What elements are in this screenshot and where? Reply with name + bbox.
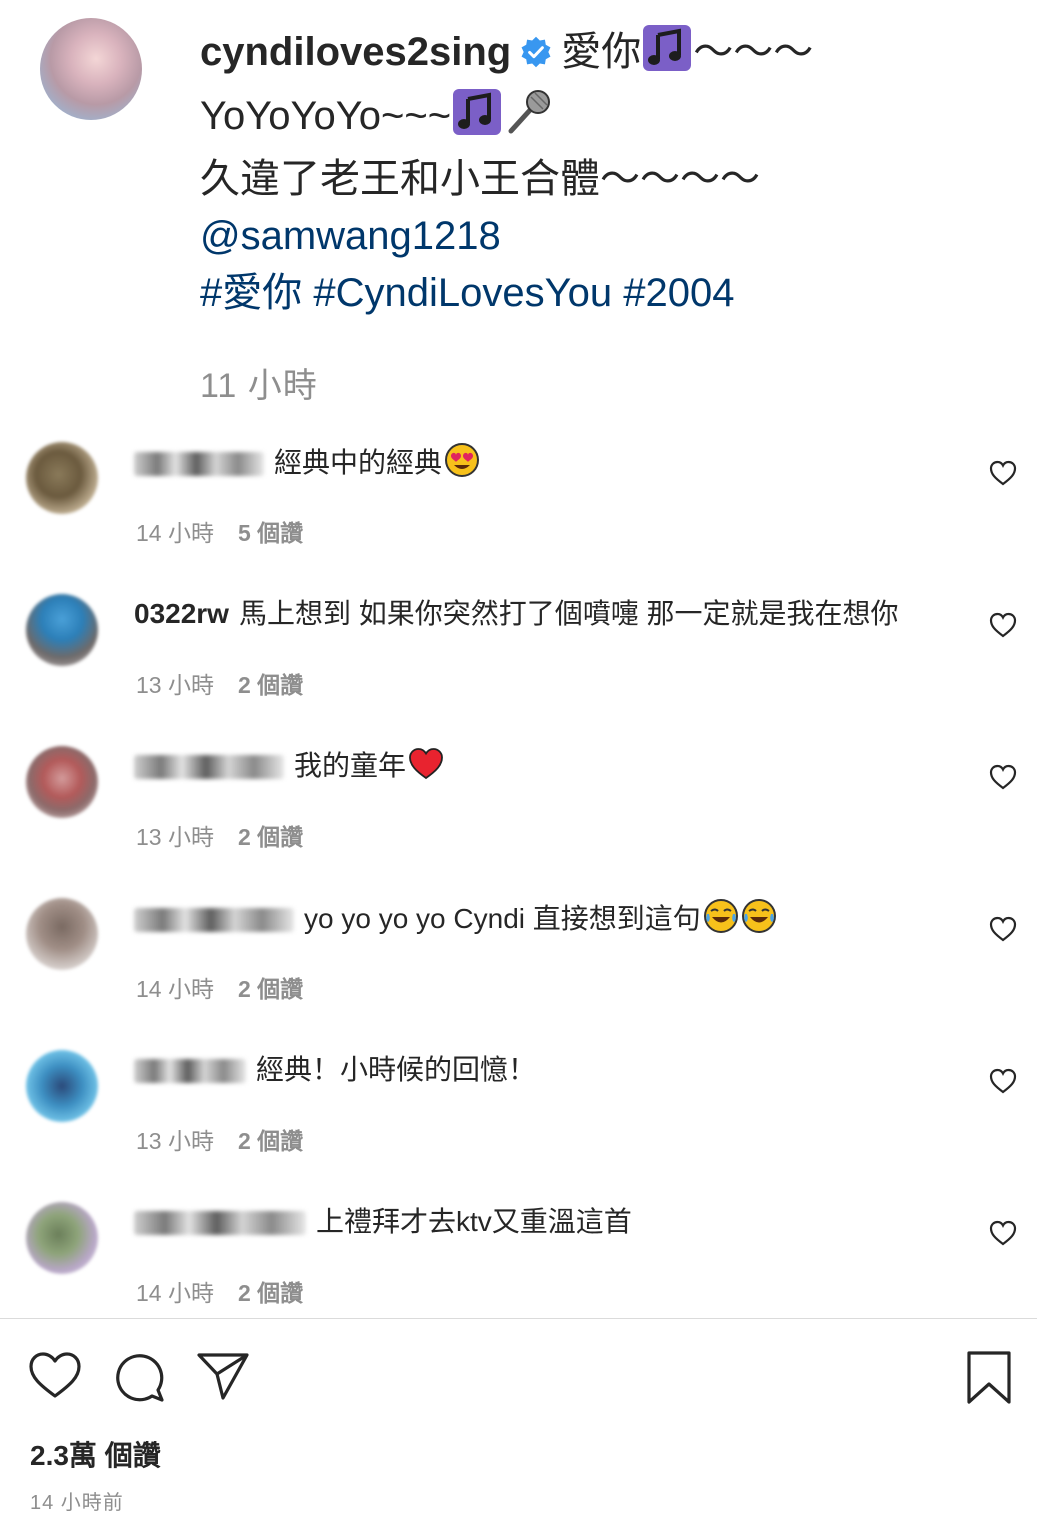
caption-title: 愛你 — [561, 30, 642, 74]
red-heart-emoji-icon — [408, 747, 444, 792]
commenter-avatar[interactable] — [26, 1202, 98, 1274]
music-note-icon — [453, 89, 502, 151]
comment-text: 經典！小時候的回憶！ — [256, 1054, 537, 1085]
comment-item: 我的童年 13 小時 2 個讚 — [0, 732, 1037, 872]
share-icon[interactable] — [196, 1350, 250, 1407]
comment-like-heart-icon[interactable] — [989, 612, 1017, 638]
microphone-icon — [505, 87, 555, 151]
comment-like-heart-icon[interactable] — [989, 1068, 1017, 1094]
comment-item: 經典！小時候的回憶！ 13 小時 2 個讚 — [0, 1036, 1037, 1176]
commenter-avatar[interactable] — [26, 594, 98, 666]
comment-meta: 14 小時 5 個讚 — [136, 514, 303, 548]
comment-text-row: 經典！小時候的回憶！ — [134, 1050, 536, 1090]
commenter-avatar[interactable] — [26, 746, 98, 818]
post-action-bar — [0, 1340, 1037, 1420]
caption-line-1: cyndiloves2sing 愛你 ～～～ — [200, 24, 1020, 87]
comment-item: 上禮拜才去ktv又重溫這首 14 小時 2 個讚 — [0, 1188, 1037, 1328]
commenter-username-blurred[interactable] — [134, 1211, 306, 1235]
comment-text: 經典中的經典 — [274, 447, 443, 478]
comment-meta: 13 小時 2 個讚 — [136, 666, 303, 700]
caption-tildes: ～～～ — [693, 30, 814, 74]
post-time[interactable]: 14 小時前 — [30, 1486, 124, 1515]
caption-line-3: 久違了老王和小王合體～～～～ — [200, 157, 760, 201]
comment-meta: 13 小時 2 個讚 — [136, 818, 303, 852]
commenter-username-blurred[interactable] — [134, 755, 284, 779]
comment-like-count[interactable]: 2 個讚 — [238, 976, 303, 1002]
bookmark-icon[interactable] — [964, 1350, 1014, 1411]
comment-time[interactable]: 14 小時 — [136, 976, 214, 1002]
post-author-avatar[interactable] — [40, 18, 142, 120]
comment-like-heart-icon[interactable] — [989, 460, 1017, 486]
comment-like-heart-icon[interactable] — [989, 916, 1017, 942]
comment-text-row: 上禮拜才去ktv又重溫這首 — [134, 1202, 632, 1242]
comment-icon[interactable] — [112, 1350, 166, 1409]
comment-text: 我的童年 — [294, 750, 407, 781]
comment-time[interactable]: 13 小時 — [136, 824, 214, 850]
comment-text-row: 經典中的經典 — [134, 442, 480, 489]
comment-text: 上禮拜才去ktv又重溫這首 — [316, 1206, 632, 1237]
post-timestamp[interactable]: 11 小時 — [200, 358, 318, 407]
tears-of-joy-emoji-icon — [703, 898, 739, 945]
commenter-username-blurred[interactable] — [134, 908, 294, 932]
comment-meta: 13 小時 2 個讚 — [136, 1122, 303, 1156]
comment-text-row: 0322rw 馬上想到 如果你突然打了個噴嚏 那一定就是我在想你 — [134, 594, 899, 634]
commenter-username-blurred[interactable] — [134, 452, 264, 476]
caption-body: cyndiloves2sing 愛你 ～～～ YoYoYoYo~~~ 久違了老王和小… — [200, 24, 1020, 322]
comment-item: 經典中的經典 14 小時 5 個讚 — [0, 428, 1037, 568]
verified-badge-icon — [519, 28, 553, 85]
commenter-avatar[interactable] — [26, 442, 98, 514]
comment-like-count[interactable]: 5 個讚 — [238, 520, 303, 546]
post-username[interactable]: cyndiloves2sing — [200, 30, 511, 74]
comment-time[interactable]: 13 小時 — [136, 672, 214, 698]
caption-hashtags[interactable]: #愛你 #CyndiLovesYou #2004 — [200, 265, 1020, 322]
comment-text-row: 我的童年 — [134, 746, 444, 792]
caption-mention-link[interactable]: @samwang1218 — [200, 208, 1020, 265]
comment-like-count[interactable]: 2 個讚 — [238, 1128, 303, 1154]
comment-like-count[interactable]: 2 個讚 — [238, 824, 303, 850]
commenter-username-blurred[interactable] — [134, 1059, 246, 1083]
caption-line-2: YoYoYoYo~~~ — [200, 87, 1020, 151]
comment-like-heart-icon[interactable] — [989, 1220, 1017, 1246]
comment-meta: 14 小時 2 個讚 — [136, 1274, 303, 1308]
comment-like-count[interactable]: 2 個讚 — [238, 672, 303, 698]
commenter-username[interactable]: 0322rw — [134, 598, 229, 629]
commenter-avatar[interactable] — [26, 1050, 98, 1122]
section-divider — [0, 1318, 1037, 1319]
commenter-avatar[interactable] — [26, 898, 98, 970]
comment-text-row: yo yo yo yo Cyndi 直接想到這句 — [134, 898, 777, 945]
comment-like-heart-icon[interactable] — [989, 764, 1017, 790]
music-note-icon — [643, 25, 692, 87]
comment-text: 馬上想到 如果你突然打了個噴嚏 那一定就是我在想你 — [238, 598, 899, 629]
comment-time[interactable]: 14 小時 — [136, 1280, 214, 1306]
comment-meta: 14 小時 2 個讚 — [136, 970, 303, 1004]
caption-yo-text: YoYoYoYo~~~ — [200, 94, 452, 138]
like-heart-icon[interactable] — [28, 1350, 82, 1405]
post-like-count[interactable]: 2.3萬 個讚 — [30, 1434, 161, 1474]
comment-like-count[interactable]: 2 個讚 — [238, 1280, 303, 1306]
comment-time[interactable]: 14 小時 — [136, 520, 214, 546]
tears-of-joy-emoji-icon — [741, 898, 777, 945]
comment-item: yo yo yo yo Cyndi 直接想到這句 14 小時 2 個讚 — [0, 884, 1037, 1024]
heart-eyes-emoji-icon — [444, 442, 480, 489]
comment-time[interactable]: 13 小時 — [136, 1128, 214, 1154]
comment-text: yo yo yo yo Cyndi 直接想到這句 — [304, 903, 701, 934]
comment-item: 0322rw 馬上想到 如果你突然打了個噴嚏 那一定就是我在想你 13 小時 2 個… — [0, 580, 1037, 720]
